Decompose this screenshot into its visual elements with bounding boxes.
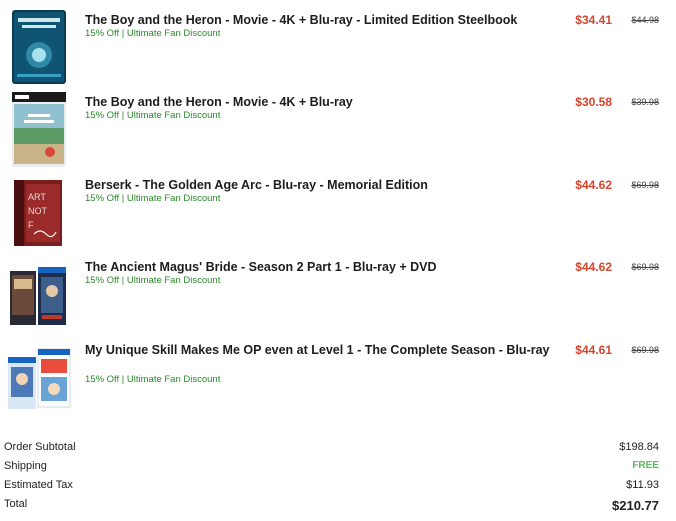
shipping-label: Shipping [4, 460, 47, 472]
tax-value: $11.93 [626, 479, 659, 491]
product-title[interactable]: My Unique Skill Makes Me OP even at Leve… [85, 342, 555, 358]
tax-row: Estimated Tax $11.93 [0, 479, 676, 497]
shipping-row: Shipping FREE [0, 460, 676, 478]
svg-text:NOT: NOT [28, 206, 48, 216]
total-row: Total $210.77 [0, 498, 676, 516]
product-thumbnail[interactable] [8, 265, 70, 327]
total-label: Total [4, 498, 28, 510]
discount-label: 15% Off | Ultimate Fan Discount [85, 275, 221, 286]
tax-label: Estimated Tax [4, 479, 73, 491]
product-thumbnail[interactable]: ART NOT F [14, 180, 62, 246]
subtotal-value: $198.84 [619, 441, 659, 453]
discount-label: 15% Off | Ultimate Fan Discount [85, 374, 221, 385]
svg-text:ART: ART [28, 192, 46, 202]
product-title[interactable]: The Boy and the Heron - Movie - 4K + Blu… [85, 12, 555, 28]
cart-item: The Ancient Magus' Bride - Season 2 Part… [0, 258, 676, 340]
sale-price: $34.41 [575, 13, 612, 27]
original-price: $69.98 [631, 180, 659, 190]
total-value: $210.77 [612, 498, 659, 513]
sale-price: $44.61 [575, 343, 612, 357]
original-price: $69.98 [631, 262, 659, 272]
subtotal-row: Order Subtotal $198.84 [0, 441, 676, 459]
product-title[interactable]: The Ancient Magus' Bride - Season 2 Part… [85, 259, 555, 275]
shipping-value: FREE [632, 460, 659, 471]
cart-item: ART NOT F Berserk - The Golden Age Arc -… [0, 176, 676, 258]
sale-price: $44.62 [575, 260, 612, 274]
product-title[interactable]: The Boy and the Heron - Movie - 4K + Blu… [85, 94, 555, 110]
discount-label: 15% Off | Ultimate Fan Discount [85, 110, 221, 121]
discount-label: 15% Off | Ultimate Fan Discount [85, 28, 221, 39]
subtotal-label: Order Subtotal [4, 441, 76, 453]
sale-price: $30.58 [575, 95, 612, 109]
product-thumbnail[interactable] [12, 10, 66, 84]
sale-price: $44.62 [575, 178, 612, 192]
cart-item: The Boy and the Heron - Movie - 4K + Blu… [0, 92, 676, 174]
product-thumbnail[interactable] [12, 92, 66, 167]
original-price: $44.98 [631, 15, 659, 25]
cart-item: My Unique Skill Makes Me OP even at Leve… [0, 341, 676, 431]
svg-text:F: F [28, 220, 34, 230]
original-price: $39.98 [631, 97, 659, 107]
original-price: $69.98 [631, 345, 659, 355]
cart-item: The Boy and the Heron - Movie - 4K + Blu… [0, 10, 676, 92]
product-thumbnail[interactable] [6, 347, 72, 411]
product-title[interactable]: Berserk - The Golden Age Arc - Blu-ray -… [85, 177, 555, 193]
discount-label: 15% Off | Ultimate Fan Discount [85, 193, 221, 204]
